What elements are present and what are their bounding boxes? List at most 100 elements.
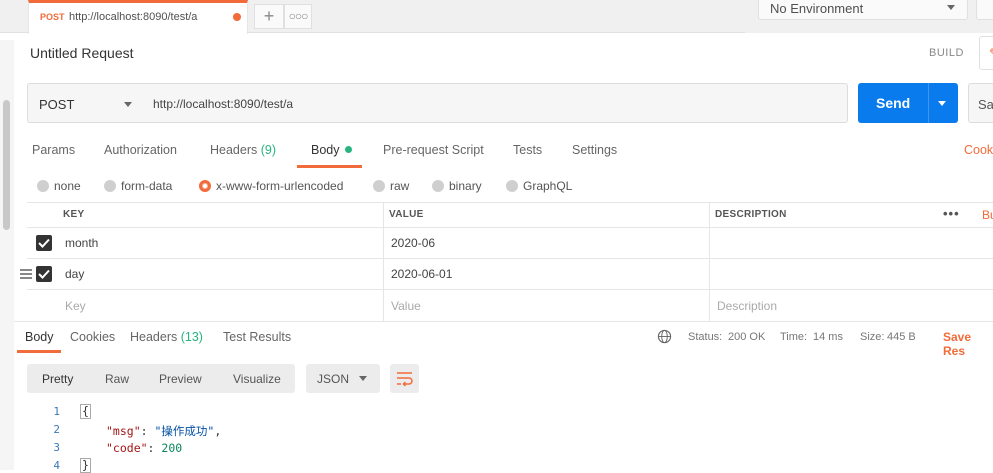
- language-value: JSON: [317, 372, 350, 386]
- code-line: "msg": "操作成功",: [106, 423, 221, 439]
- environment-quick-look-eye-icon[interactable]: [976, 0, 993, 20]
- wrap-lines-icon: [397, 372, 413, 387]
- new-key-input[interactable]: Key: [65, 299, 86, 313]
- save-response-button[interactable]: Save Res: [943, 330, 993, 358]
- tab-headers-count: (9): [260, 143, 277, 157]
- format-preview[interactable]: Preview: [159, 372, 202, 386]
- new-tab-plus-icon[interactable]: +: [254, 4, 284, 29]
- url-value: http://localhost:8090/test/a: [153, 97, 294, 111]
- row-key[interactable]: day: [65, 267, 84, 281]
- format-toggle-group: Pretty Raw Preview Visualize: [27, 364, 295, 393]
- format-raw[interactable]: Raw: [105, 372, 129, 386]
- chevron-down-icon: [359, 376, 367, 381]
- radio-icon: [506, 180, 518, 192]
- tab-authorization[interactable]: Authorization: [104, 143, 177, 157]
- send-label: Send: [876, 95, 911, 111]
- status-value[interactable]: 200 OK: [728, 331, 765, 343]
- row-key[interactable]: month: [65, 236, 98, 250]
- more-tabs-icon[interactable]: ○○○: [284, 4, 312, 29]
- response-divider[interactable]: [14, 321, 993, 322]
- status-label: Status:: [688, 331, 723, 343]
- new-description-input[interactable]: Description: [717, 299, 777, 313]
- tab-params[interactable]: Params: [32, 143, 75, 157]
- drag-handle-icon[interactable]: [20, 269, 32, 281]
- code-line: }: [80, 458, 91, 473]
- tab-prerequest-script[interactable]: Pre-request Script: [383, 143, 484, 157]
- tab-headers-label: Headers: [210, 143, 258, 157]
- request-tab[interactable]: POST http://localhost:8090/test/a: [28, 0, 248, 34]
- environment-selected: No Environment: [770, 1, 864, 16]
- environment-select[interactable]: No Environment: [758, 0, 968, 20]
- scrollbar-thumb[interactable]: [3, 100, 10, 230]
- response-tab-test-results[interactable]: Test Results: [223, 330, 291, 344]
- edit-button[interactable]: ✎: [979, 36, 993, 70]
- row-value[interactable]: 2020-06: [391, 236, 435, 250]
- json-colon: :: [147, 441, 162, 455]
- body-indicator-dot-icon: [344, 146, 352, 153]
- method-select[interactable]: POST: [27, 83, 143, 123]
- open-brace: {: [80, 404, 91, 419]
- response-tab-headers-label: Headers: [130, 330, 178, 344]
- time-value[interactable]: 14 ms: [813, 331, 843, 343]
- checkbox-checked-icon[interactable]: [36, 266, 52, 282]
- response-tab-body[interactable]: Body: [25, 330, 54, 344]
- new-value-input[interactable]: Value: [391, 299, 421, 313]
- format-visualize[interactable]: Visualize: [233, 372, 281, 386]
- code-line: "code": 200: [106, 441, 182, 455]
- params-table: KEY VALUE DESCRIPTION ••• Bu month 2020-…: [20, 202, 993, 322]
- size-value[interactable]: 445 B: [887, 331, 916, 343]
- radio-icon: [104, 180, 116, 192]
- checkbox-checked-icon[interactable]: [36, 235, 52, 251]
- response-tab-headers[interactable]: Headers (13): [130, 330, 203, 344]
- radio-icon: [37, 180, 49, 192]
- pencil-icon: ✎: [989, 46, 993, 60]
- response-tab-cookies[interactable]: Cookies: [70, 330, 115, 344]
- send-options-chevron-icon[interactable]: [938, 101, 946, 106]
- header-key: KEY: [63, 209, 85, 220]
- row-value[interactable]: 2020-06-01: [391, 267, 452, 281]
- radio-selected-icon: [199, 180, 211, 192]
- table-row: month 2020-06: [27, 228, 993, 259]
- wrap-lines-button[interactable]: [390, 364, 419, 393]
- chevron-down-icon: [947, 5, 955, 10]
- url-input[interactable]: http://localhost:8090/test/a: [142, 83, 848, 123]
- request-title: Untitled Request: [30, 45, 134, 61]
- json-number: 200: [161, 441, 183, 455]
- request-tab-url: http://localhost:8090/test/a: [69, 11, 198, 23]
- line-number: 1: [53, 405, 60, 418]
- bulk-edit-link[interactable]: Bu: [982, 208, 993, 222]
- tab-tests[interactable]: Tests: [513, 143, 542, 157]
- method-value: POST: [39, 97, 75, 112]
- cookies-link[interactable]: Cook: [964, 143, 993, 157]
- json-key: "code": [106, 441, 148, 455]
- language-select[interactable]: JSON: [306, 364, 380, 393]
- tab-body-underline: [297, 165, 362, 168]
- chevron-down-icon: [124, 102, 132, 107]
- tab-headers[interactable]: Headers (9): [210, 143, 276, 157]
- line-number: 3: [53, 441, 60, 454]
- tab-body[interactable]: Body: [311, 143, 352, 157]
- close-brace: }: [80, 458, 91, 473]
- json-comma: ,: [214, 424, 222, 438]
- build-mode-label[interactable]: BUILD: [929, 47, 964, 59]
- unsaved-dot-icon: [233, 13, 241, 21]
- send-button[interactable]: Send: [858, 83, 958, 123]
- json-colon: :: [140, 424, 155, 438]
- line-number: 4: [53, 459, 60, 472]
- tab-settings[interactable]: Settings: [572, 143, 617, 157]
- header-value: VALUE: [389, 209, 424, 220]
- time-label: Time:: [780, 331, 808, 343]
- header-description: DESCRIPTION: [715, 209, 787, 220]
- line-number: 2: [53, 423, 60, 436]
- format-pretty[interactable]: Pretty: [42, 372, 73, 386]
- send-divider: [928, 83, 929, 123]
- save-button[interactable]: Sa: [968, 83, 993, 123]
- table-row: day 2020-06-01: [20, 259, 993, 290]
- left-scrollbar[interactable]: [0, 40, 14, 470]
- response-tab-headers-count: (13): [180, 330, 203, 344]
- json-key: "msg": [106, 424, 141, 438]
- tab-body-label: Body: [311, 143, 340, 157]
- globe-icon[interactable]: [657, 329, 672, 344]
- size-label: Size:: [860, 331, 885, 343]
- more-options-icon[interactable]: •••: [943, 206, 960, 221]
